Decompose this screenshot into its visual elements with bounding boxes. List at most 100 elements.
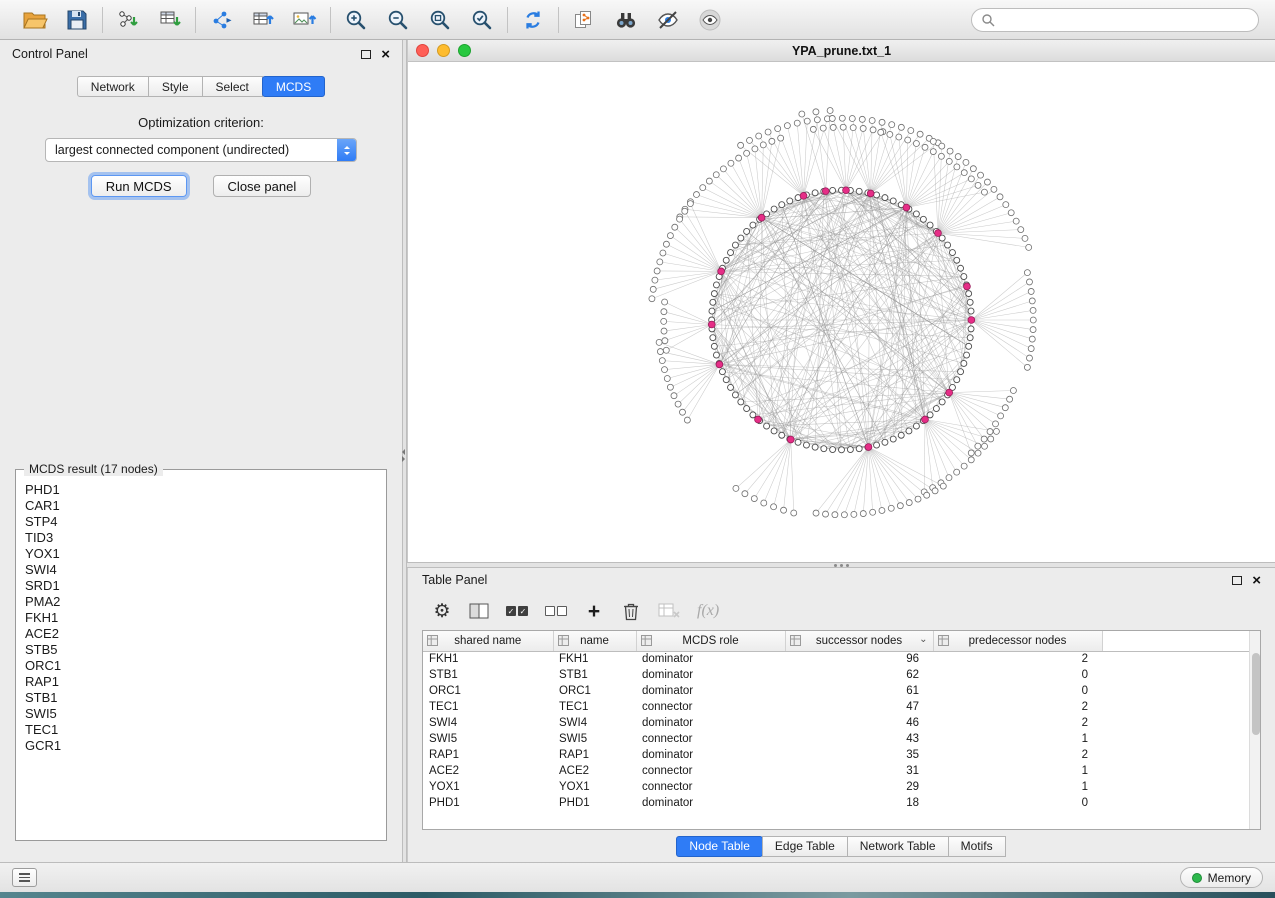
apply-layout-button[interactable]	[518, 5, 548, 35]
zoom-in-button[interactable]	[341, 5, 371, 35]
vertical-splitter[interactable]	[402, 40, 407, 862]
import-network-button[interactable]	[113, 5, 143, 35]
function-builder-button[interactable]: f(x)	[697, 599, 719, 623]
table-row[interactable]: TEC1TEC1connector472	[423, 699, 1260, 715]
mcds-result-list[interactable]: PHD1CAR1STP4TID3YOX1SWI4SRD1PMA2FKH1ACE2…	[16, 470, 386, 840]
close-panel-icon[interactable]: ×	[1252, 573, 1261, 588]
table-settings-button[interactable]: ⚙	[432, 599, 452, 623]
node-table: shared namenameMCDS rolesuccessor nodes⌄…	[422, 630, 1261, 830]
show-columns-button[interactable]	[469, 599, 489, 623]
unchecked-box-icon	[557, 606, 567, 616]
result-item[interactable]: STP4	[25, 514, 386, 530]
result-item[interactable]: FKH1	[25, 610, 386, 626]
table-row[interactable]: ORC1ORC1dominator610	[423, 683, 1260, 699]
zoom-out-button[interactable]	[383, 5, 413, 35]
table-row[interactable]: SWI5SWI5connector431	[423, 731, 1260, 747]
result-item[interactable]: SRD1	[25, 578, 386, 594]
table-row[interactable]: ACE2ACE2connector311	[423, 763, 1260, 779]
tab-edge-table[interactable]: Edge Table	[762, 836, 848, 857]
import-table-button[interactable]	[155, 5, 185, 35]
result-item[interactable]: SWI5	[25, 706, 386, 722]
refresh-icon	[521, 8, 545, 32]
result-item[interactable]: PMA2	[25, 594, 386, 610]
table-toolbar: ⚙ ✓ ✓ +	[408, 592, 1275, 630]
status-menu-button[interactable]	[12, 868, 37, 887]
tab-network[interactable]: Network	[77, 76, 149, 97]
float-panel-icon[interactable]	[1232, 576, 1242, 585]
search-input[interactable]	[1001, 13, 1249, 27]
unchecked-box-icon	[545, 606, 555, 616]
zoom-selected-button[interactable]	[467, 5, 497, 35]
table-panel-title: Table Panel	[422, 573, 487, 587]
close-panel-icon[interactable]: ×	[381, 47, 390, 62]
table-row[interactable]: YOX1YOX1connector291	[423, 779, 1260, 795]
clone-network-button[interactable]	[569, 5, 599, 35]
column-header-predecessor-nodes[interactable]: predecessor nodes	[933, 631, 1102, 651]
result-item[interactable]: ACE2	[25, 626, 386, 642]
memory-button[interactable]: Memory	[1180, 867, 1263, 888]
trash-icon	[622, 601, 640, 621]
column-grid-icon	[790, 635, 801, 649]
tab-mcds[interactable]: MCDS	[262, 76, 325, 97]
result-item[interactable]: CAR1	[25, 498, 386, 514]
close-panel-button[interactable]: Close panel	[213, 175, 312, 197]
network-canvas[interactable]	[408, 62, 1275, 562]
scrollbar-thumb[interactable]	[1252, 653, 1260, 735]
find-network-button[interactable]	[611, 5, 641, 35]
show-graphics-details-button[interactable]	[695, 5, 725, 35]
result-item[interactable]: GCR1	[25, 738, 386, 754]
network-leaf-nodes[interactable]	[649, 108, 1036, 518]
hide-graphics-details-button[interactable]	[653, 5, 683, 35]
open-folder-icon	[22, 8, 48, 32]
column-header-shared-name[interactable]: shared name	[423, 631, 553, 651]
splitter-collapse-handle[interactable]	[403, 448, 406, 463]
search-box[interactable]	[971, 8, 1259, 32]
criterion-select[interactable]: largest connected component (undirected)	[45, 138, 357, 162]
result-item[interactable]: YOX1	[25, 546, 386, 562]
zoom-fit-button[interactable]	[425, 5, 455, 35]
table-row[interactable]: FKH1FKH1dominator962	[423, 651, 1260, 667]
network-titlebar[interactable]: YPA_prune.txt_1	[408, 40, 1275, 62]
save-session-button[interactable]	[62, 5, 92, 35]
plus-icon: +	[588, 601, 600, 622]
add-column-button[interactable]: +	[584, 599, 604, 623]
select-all-rows-button[interactable]: ✓ ✓	[506, 599, 528, 623]
column-header-successor-nodes[interactable]: successor nodes⌄	[785, 631, 933, 651]
result-item[interactable]: STB5	[25, 642, 386, 658]
result-item[interactable]: SWI4	[25, 562, 386, 578]
delete-table-button[interactable]	[658, 599, 680, 623]
table-scrollbar[interactable]	[1249, 631, 1260, 829]
table-row[interactable]: RAP1RAP1dominator352	[423, 747, 1260, 763]
export-table-button[interactable]	[248, 5, 278, 35]
columns-icon	[469, 602, 489, 620]
tab-motifs[interactable]: Motifs	[948, 836, 1006, 857]
chevron-down-icon[interactable]: ⌄	[919, 634, 927, 645]
network-view-svg[interactable]	[408, 62, 1275, 562]
result-item[interactable]: TEC1	[25, 722, 386, 738]
column-header-name[interactable]: name	[553, 631, 636, 651]
result-item[interactable]: TID3	[25, 530, 386, 546]
tab-style[interactable]: Style	[148, 76, 203, 97]
column-grid-icon	[641, 635, 652, 649]
export-network-button[interactable]	[206, 5, 236, 35]
tab-node-table[interactable]: Node Table	[676, 836, 763, 857]
result-item[interactable]: ORC1	[25, 658, 386, 674]
delete-column-button[interactable]	[621, 599, 641, 623]
search-icon	[981, 13, 995, 27]
float-panel-icon[interactable]	[361, 50, 371, 59]
result-item[interactable]: PHD1	[25, 482, 386, 498]
open-session-button[interactable]	[20, 5, 50, 35]
export-image-button[interactable]	[290, 5, 320, 35]
run-mcds-button[interactable]: Run MCDS	[91, 175, 187, 197]
table-row[interactable]: PHD1PHD1dominator180	[423, 795, 1260, 811]
table-row[interactable]: STB1STB1dominator620	[423, 667, 1260, 683]
export-table-icon	[251, 8, 275, 32]
tab-network-table[interactable]: Network Table	[847, 836, 949, 857]
delete-table-icon	[658, 602, 680, 620]
table-row[interactable]: SWI4SWI4dominator462	[423, 715, 1260, 731]
result-item[interactable]: STB1	[25, 690, 386, 706]
deselect-all-rows-button[interactable]	[545, 599, 567, 623]
result-item[interactable]: RAP1	[25, 674, 386, 690]
column-header-MCDS-role[interactable]: MCDS role	[636, 631, 785, 651]
tab-select[interactable]: Select	[202, 76, 263, 97]
